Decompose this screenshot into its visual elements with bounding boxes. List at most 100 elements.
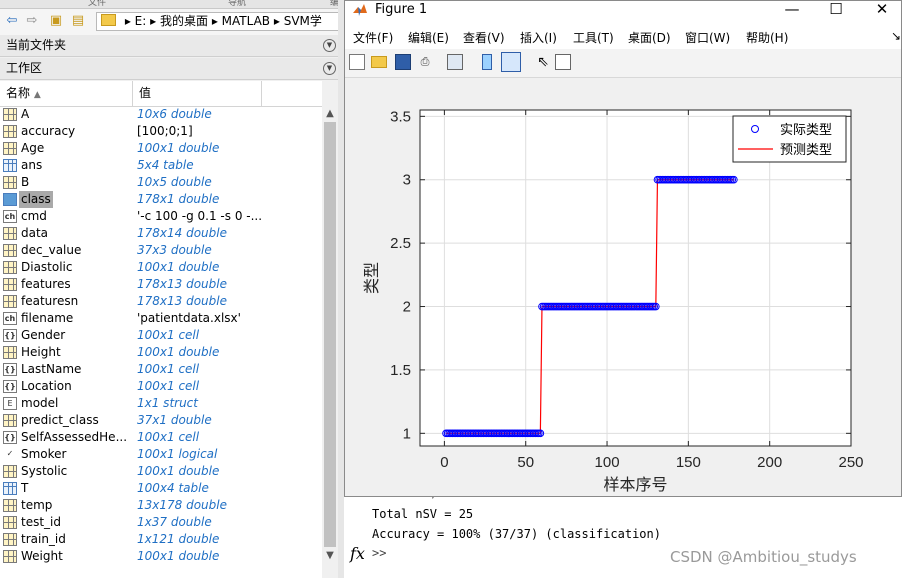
chevron-down-icon[interactable]: ▼	[323, 39, 336, 52]
pointer-arrow-icon[interactable]: ⇖	[535, 54, 551, 70]
menu-file[interactable]: 文件(F)	[353, 29, 393, 46]
x-tick-label: 250	[838, 454, 863, 471]
maximize-icon[interactable]: ☐	[821, 0, 851, 19]
path-segment[interactable]: MATLAB	[222, 14, 270, 28]
table-row[interactable]: test_id 1x37 double	[0, 514, 322, 531]
menu-edit[interactable]: 编辑(E)	[408, 29, 449, 46]
path-separator: ▸	[273, 14, 284, 28]
workspace-header[interactable]: 工作区 ▼	[0, 58, 344, 80]
variable-name: Gender	[21, 328, 66, 342]
table-row[interactable]: T 100x4 table	[0, 480, 322, 497]
link-plot-icon[interactable]	[447, 54, 463, 70]
menu-view[interactable]: 查看(V)	[463, 29, 505, 46]
fx-icon[interactable]: fx	[350, 544, 365, 563]
table-row[interactable]: ans 5x4 table	[0, 157, 322, 174]
table-row[interactable]: Age 100x1 double	[0, 140, 322, 157]
scroll-down-icon[interactable]: ▼	[322, 548, 338, 564]
table-row[interactable]: Weight 100x1 double	[0, 548, 322, 565]
variable-value: 37x1 double	[137, 413, 212, 427]
variable-name: cmd	[21, 209, 47, 223]
up-folder-icon[interactable]: ▣	[48, 13, 64, 29]
y-tick-label: 2	[403, 299, 411, 316]
table-row[interactable]: ✓ Smoker 100x1 logical	[0, 446, 322, 463]
table-row[interactable]: ch filename 'patientdata.xlsx'	[0, 310, 322, 327]
browse-folder-icon[interactable]: ▤	[70, 13, 86, 29]
variable-value: 100x1 double	[137, 345, 220, 359]
variable-name: Smoker	[21, 447, 67, 461]
menu-help[interactable]: 帮助(H)	[746, 29, 788, 46]
table-row[interactable]: A 10x6 double	[0, 106, 322, 123]
table-row[interactable]: accuracy [100;0;1]	[0, 123, 322, 140]
variable-value: 100x4 table	[137, 481, 209, 495]
column-value-label: 值	[139, 86, 152, 100]
path-segment[interactable]: 我的桌面	[160, 14, 208, 28]
path-input[interactable]: ▸ E: ▸ 我的桌面 ▸ MATLAB ▸ SVM学	[96, 12, 344, 31]
workspace-scrollbar[interactable]: ▲ ▼	[322, 106, 338, 564]
variable-name: test_id	[21, 515, 61, 529]
column-header-value[interactable]: 值	[133, 81, 262, 106]
table-row[interactable]: B 10x5 double	[0, 174, 322, 191]
variable-name: Location	[21, 379, 72, 393]
menu-desktop[interactable]: 桌面(D)	[628, 29, 671, 46]
table-row[interactable]: {} Gender 100x1 cell	[0, 327, 322, 344]
variable-name: class	[19, 191, 53, 208]
variable-value: 178x1 double	[137, 192, 220, 206]
close-icon[interactable]: ✕	[867, 0, 897, 19]
table-row[interactable]: class 178x1 double	[0, 191, 322, 208]
table-row[interactable]: {} SelfAssessedHe... 100x1 cell	[0, 429, 322, 446]
table-row[interactable]: train_id 1x121 double	[0, 531, 322, 548]
menu-window[interactable]: 窗口(W)	[685, 29, 730, 46]
back-arrow-icon[interactable]: ⇦	[4, 13, 20, 29]
legend-icon[interactable]	[501, 52, 521, 72]
table-row[interactable]: {} LastName 100x1 cell	[0, 361, 322, 378]
figure-titlebar[interactable]: Figure 1 — ☐ ✕	[345, 0, 901, 20]
column-header-name[interactable]: 名称 ▲	[0, 81, 133, 106]
table-row[interactable]: temp 13x178 double	[0, 497, 322, 514]
new-figure-icon[interactable]	[349, 54, 365, 70]
tab-file[interactable]: 文件	[88, 0, 106, 8]
open-folder-icon[interactable]	[371, 56, 387, 68]
table-row[interactable]: ch cmd '-c 100 -g 0.1 -s 0 -...	[0, 208, 322, 225]
print-icon[interactable]: ⎙	[417, 54, 433, 70]
table-row[interactable]: predict_class 37x1 double	[0, 412, 322, 429]
scrollbar-thumb[interactable]	[324, 122, 336, 547]
variable-name: train_id	[21, 532, 66, 546]
property-editor-icon[interactable]	[555, 54, 571, 70]
path-segment[interactable]: SVM学	[284, 14, 322, 28]
x-tick-label: 50	[517, 454, 534, 471]
save-icon[interactable]	[395, 54, 411, 70]
table-row[interactable]: Emodel 1x1 struct	[0, 395, 322, 412]
menu-dock-arrow-icon[interactable]: ↘	[891, 29, 901, 43]
table-row[interactable]: dec_value 37x3 double	[0, 242, 322, 259]
table-header: 名称 ▲ 值	[0, 81, 322, 107]
folder-icon	[101, 14, 116, 26]
table-row[interactable]: Diastolic 100x1 double	[0, 259, 322, 276]
matrix-variable-icon	[3, 176, 17, 189]
forward-arrow-icon[interactable]: ⇨	[24, 13, 40, 29]
matrix-variable-icon	[3, 261, 17, 274]
toolstrip-tabs: 文件 导航 编	[0, 0, 344, 9]
current-folder-header[interactable]: 当前文件夹 ▼	[0, 35, 344, 57]
path-segment[interactable]: E:	[135, 14, 147, 28]
table-row[interactable]: featuresn 178x13 double	[0, 293, 322, 310]
chart: 0 50 100 150 200 250 1 1.5 2 2.5 3 3.5 样本序号 类型 实际类型预测类…	[362, 108, 864, 494]
tab-navigate[interactable]: 导航	[228, 0, 246, 8]
table-row[interactable]: features 178x13 double	[0, 276, 322, 293]
table-row[interactable]: data 178x14 double	[0, 225, 322, 242]
table-blue-variable-icon	[3, 193, 17, 206]
minimize-icon[interactable]: —	[777, 0, 807, 19]
variable-value: 100x1 double	[137, 260, 220, 274]
table-row[interactable]: Systolic 100x1 double	[0, 463, 322, 480]
table-variable-icon	[3, 159, 17, 172]
x-tick-label: 200	[757, 454, 782, 471]
menu-insert[interactable]: 插入(I)	[520, 29, 557, 46]
colorbar-icon[interactable]	[482, 54, 492, 70]
cell-variable-icon: {}	[3, 363, 17, 376]
scroll-up-icon[interactable]: ▲	[322, 106, 338, 122]
table-row[interactable]: Height 100x1 double	[0, 344, 322, 361]
chevron-down-icon[interactable]: ▼	[323, 62, 336, 75]
table-row[interactable]: {} Location 100x1 cell	[0, 378, 322, 395]
menu-tools[interactable]: 工具(T)	[573, 29, 614, 46]
command-prompt[interactable]: >>	[372, 546, 386, 560]
variable-value: 100x1 cell	[137, 362, 200, 376]
